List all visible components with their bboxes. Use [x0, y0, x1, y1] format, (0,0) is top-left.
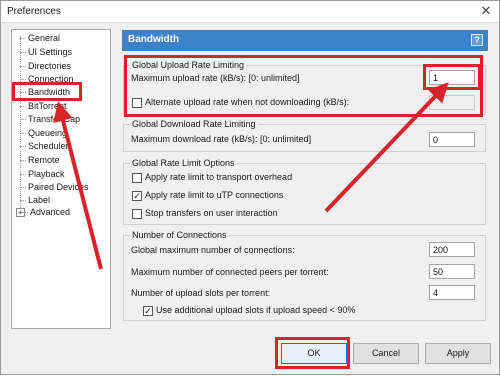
peers-per-torrent-label: Maximum number of connected peers per to… [131, 267, 329, 277]
global-connections-input[interactable] [429, 242, 475, 257]
alternate-upload-label: Alternate upload rate when not downloadi… [145, 97, 350, 107]
tree-item-scheduler[interactable]: Scheduler [20, 140, 69, 152]
ok-button[interactable]: OK [281, 343, 347, 364]
tree-item-advanced[interactable]: Advanced [22, 206, 70, 218]
stop-transfers-label: Stop transfers on user interaction [145, 208, 278, 218]
alternate-upload-checkbox[interactable] [132, 98, 142, 108]
panel-header: Bandwidth ? [122, 30, 488, 51]
group-title-download: Global Download Rate Limiting [130, 119, 258, 129]
tree-item-connection[interactable]: Connection [20, 73, 74, 85]
preferences-window: Preferences ✕ General UI Settings Direct… [0, 0, 500, 375]
tree-item-bittorrent[interactable]: BitTorrent [20, 100, 67, 112]
tree-item-playback[interactable]: Playback [20, 168, 65, 180]
transport-overhead-checkbox[interactable] [132, 173, 142, 183]
tree-item-queueing[interactable]: Queueing [20, 127, 67, 139]
title-bar: Preferences ✕ [1, 1, 499, 23]
tree-item-directories[interactable]: Directories [20, 60, 71, 72]
panel-title: Bandwidth [128, 34, 180, 45]
tree-item-remote[interactable]: Remote [20, 154, 60, 166]
tree-item-bandwidth[interactable]: Bandwidth [20, 86, 71, 98]
apply-button[interactable]: Apply [425, 343, 491, 364]
group-title-upload: Global Upload Rate Limiting [130, 60, 247, 70]
peers-per-torrent-input[interactable] [429, 264, 475, 279]
group-title-connections: Number of Connections [130, 230, 229, 240]
max-upload-label: Maximum upload rate (kB/s): [0: unlimite… [131, 73, 300, 83]
max-download-label: Maximum download rate (kB/s): [0: unlimi… [131, 134, 312, 144]
upload-slots-label: Number of upload slots per torrent: [131, 288, 271, 298]
cancel-button[interactable]: Cancel [353, 343, 419, 364]
tree-item-ui-settings[interactable]: UI Settings [20, 46, 72, 58]
global-connections-label: Global maximum number of connections: [131, 245, 295, 255]
help-icon[interactable]: ? [471, 34, 483, 46]
utp-label: Apply rate limit to uTP connections [145, 190, 284, 200]
max-upload-input[interactable] [429, 70, 475, 85]
utp-checkbox[interactable]: ✓ [132, 191, 142, 201]
group-title-options: Global Rate Limit Options [130, 158, 237, 168]
tree-item-label[interactable]: Label [20, 194, 50, 206]
window-title: Preferences [7, 6, 61, 17]
tree-item-paired-devices[interactable]: Paired Devices [20, 181, 89, 193]
preferences-tree: General UI Settings Directories Connecti… [11, 29, 111, 329]
stop-transfers-checkbox[interactable] [132, 209, 142, 219]
additional-slots-checkbox[interactable]: ✓ [143, 306, 153, 316]
additional-slots-label: Use additional upload slots if upload sp… [156, 305, 356, 315]
alternate-upload-input[interactable] [429, 95, 475, 110]
close-icon[interactable]: ✕ [477, 3, 495, 19]
upload-slots-input[interactable] [429, 285, 475, 300]
tree-item-transfer-cap[interactable]: Transfer Cap [20, 113, 80, 125]
tree-item-general[interactable]: General [20, 32, 60, 44]
max-download-input[interactable] [429, 132, 475, 147]
transport-overhead-label: Apply rate limit to transport overhead [145, 172, 293, 182]
